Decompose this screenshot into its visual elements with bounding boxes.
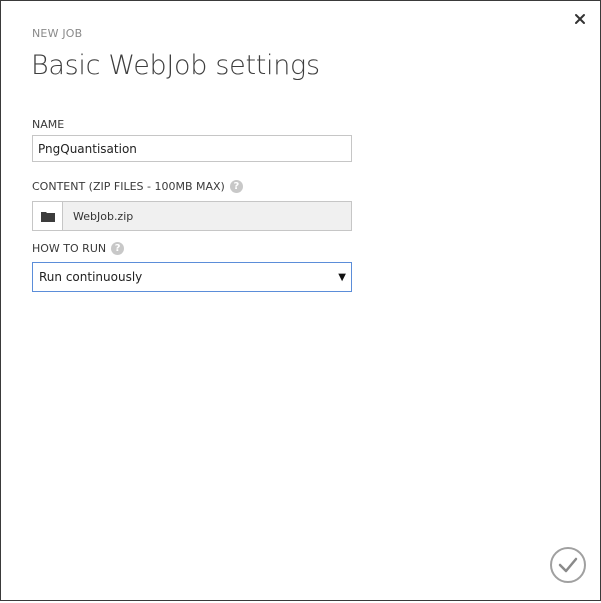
- new-job-dialog: NEW JOB Basic WebJob settings NAME CONTE…: [0, 0, 601, 601]
- name-label-row: NAME: [32, 118, 64, 131]
- checkmark-icon: [558, 557, 578, 573]
- name-input[interactable]: [32, 135, 352, 162]
- content-label-row: CONTENT (ZIP FILES - 100MB MAX) ?: [32, 180, 243, 193]
- help-icon[interactable]: ?: [229, 180, 243, 193]
- close-icon[interactable]: [572, 11, 588, 27]
- content-label: CONTENT (ZIP FILES - 100MB MAX): [32, 180, 225, 193]
- dropdown-arrow-icon: ▼: [338, 271, 346, 283]
- content-file-field[interactable]: WebJob.zip: [32, 201, 352, 231]
- dialog-eyebrow: NEW JOB: [32, 27, 83, 40]
- browse-file-button[interactable]: [33, 202, 63, 230]
- confirm-button[interactable]: [550, 547, 586, 583]
- how-to-run-label-row: HOW TO RUN ?: [32, 242, 125, 255]
- how-to-run-label: HOW TO RUN: [32, 242, 107, 255]
- content-file-name: WebJob.zip: [73, 209, 134, 223]
- how-to-run-value: Run continuously: [39, 270, 143, 284]
- how-to-run-select[interactable]: Run continuously ▼: [32, 262, 352, 292]
- help-icon[interactable]: ?: [111, 242, 125, 255]
- dialog-title: Basic WebJob settings: [31, 50, 320, 81]
- folder-icon: [40, 212, 55, 222]
- name-label: NAME: [32, 118, 65, 131]
